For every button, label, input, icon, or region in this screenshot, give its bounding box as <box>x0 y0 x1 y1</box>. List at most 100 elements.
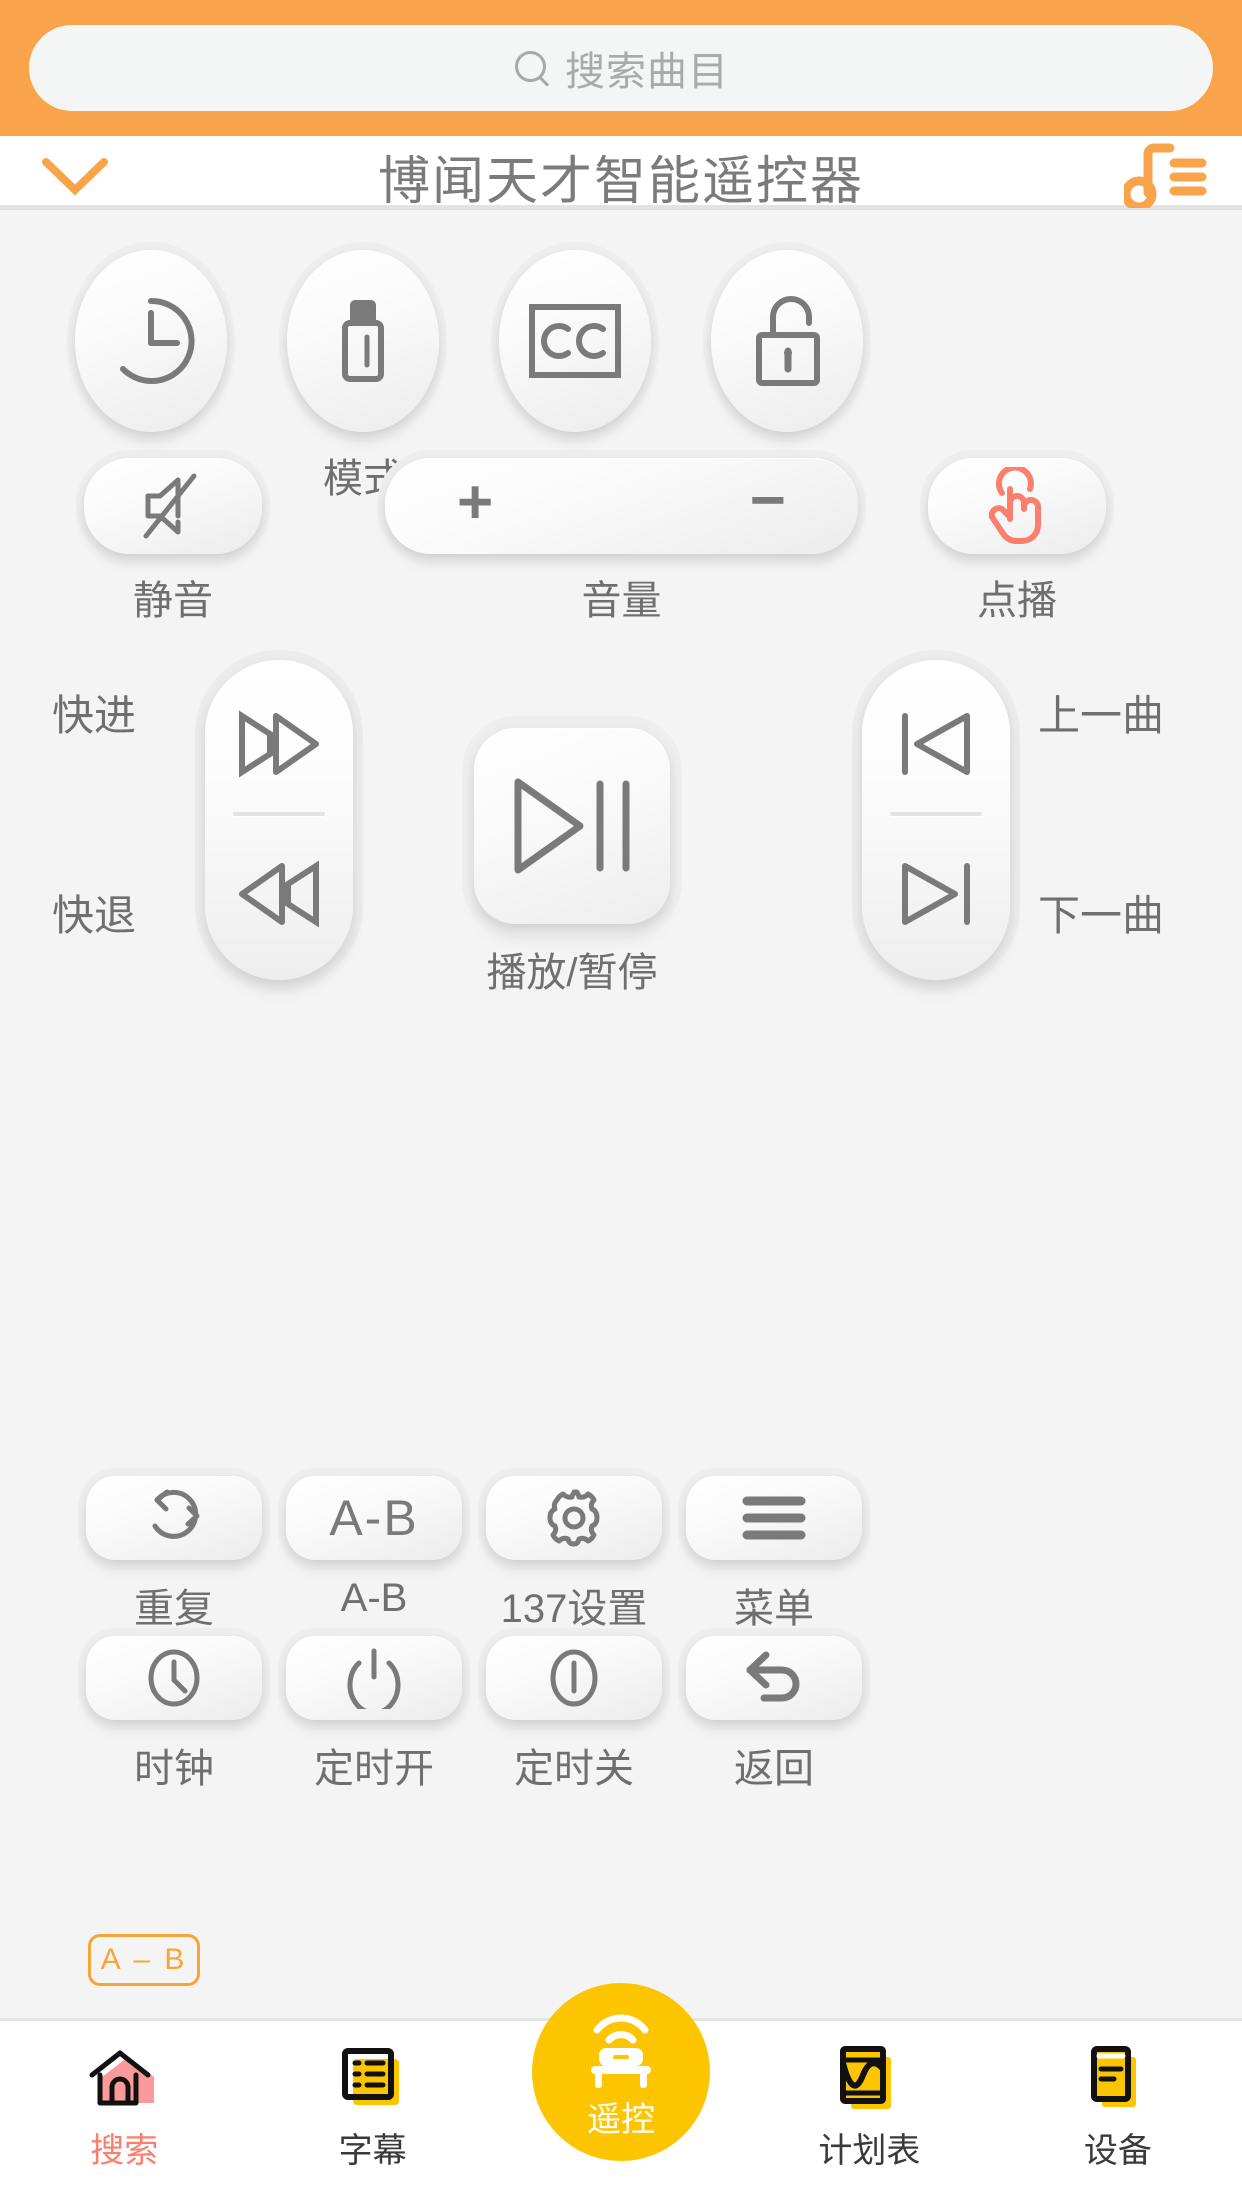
home-icon-wrap <box>86 2043 162 2113</box>
remote-button-clock[interactable]: 时钟 <box>86 1636 262 1791</box>
fast-forward-icon <box>239 710 319 778</box>
timer-off-button[interactable] <box>486 1636 662 1720</box>
nav-item-remote[interactable]: 遥控 <box>497 1983 745 2208</box>
remote-button-standby[interactable]: 待机 <box>75 250 227 501</box>
subtitle-button[interactable] <box>499 250 651 432</box>
remote-button-subtitle[interactable]: 字幕 <box>499 250 651 501</box>
volume-down-button[interactable]: − <box>750 470 786 532</box>
timer-off-label: 定时关 <box>514 1747 634 1791</box>
remote-button-settings[interactable]: 137设置 <box>486 1476 662 1631</box>
remote-button-playpause[interactable]: 播放/暂停 <box>474 728 670 995</box>
closed-caption-icon <box>529 304 621 378</box>
search-bar: 搜索曲目 <box>0 0 1242 136</box>
title-bar-row: 博闻天才智能遥控器 <box>0 143 1242 212</box>
device-book-icon-wrap <box>1088 2043 1148 2113</box>
next-track-icon <box>902 863 970 925</box>
timer-on-label: 定时开 <box>314 1747 434 1791</box>
mute-label: 静音 <box>133 579 213 623</box>
ab-text: A-B <box>329 1490 419 1546</box>
remote-button-back[interactable]: 返回 <box>686 1636 862 1791</box>
standby-button[interactable] <box>75 250 227 432</box>
schedule-chart-icon-wrap <box>837 2043 901 2113</box>
fast-forward-label: 快进 <box>52 692 137 739</box>
page-title: 博闻天才智能遥控器 <box>377 152 864 211</box>
nav-label-subtitle: 字幕 <box>338 2132 407 2170</box>
volume-label: 音量 <box>581 579 662 623</box>
nav-label-device: 设备 <box>1083 2132 1152 2170</box>
remote-rocker-ffrw[interactable] <box>205 660 353 980</box>
track-rocker[interactable] <box>862 660 1010 980</box>
volume-up-button[interactable]: + <box>457 472 493 534</box>
remote-panel: 待机 模式 <box>0 208 1242 2018</box>
ff-rw-rocker[interactable] <box>205 660 353 980</box>
menu-label: 菜单 <box>734 1587 814 1631</box>
ab-button[interactable]: A-B <box>286 1476 462 1560</box>
settings-label: 137设置 <box>500 1587 648 1631</box>
search-placeholder: 搜索曲目 <box>565 50 729 94</box>
remote-fab-button[interactable]: 遥控 <box>532 1983 711 2161</box>
next-track-label: 下一曲 <box>1038 892 1165 939</box>
back-button[interactable] <box>686 1636 862 1720</box>
play-pause-icon <box>514 778 630 874</box>
remote-wifi-icon <box>591 2014 652 2088</box>
tap-hand-icon <box>988 467 1041 544</box>
previous-track-label: 上一曲 <box>1038 692 1165 739</box>
remote-button-repeat[interactable]: 重复 <box>86 1476 262 1631</box>
remote-button-childlock[interactable]: 童锁 <box>711 250 863 501</box>
ondemand-button[interactable] <box>928 458 1106 554</box>
play-pause-button[interactable] <box>474 728 670 924</box>
subtitle-list-icon <box>341 2048 399 2105</box>
nav-label-remote: 遥控 <box>587 2100 656 2139</box>
ab-status-badge[interactable]: A – B <box>88 1934 200 1986</box>
music-playlist-icon <box>1124 143 1207 212</box>
usb-drive-icon <box>342 300 384 382</box>
volume-rocker[interactable]: + − <box>385 458 858 554</box>
back-arrow-icon <box>746 1651 800 1702</box>
remote-button-timer-off[interactable]: 定时关 <box>486 1636 662 1791</box>
rewind-icon <box>239 860 319 928</box>
gear-icon <box>547 1489 600 1547</box>
hamburger-menu-icon <box>742 1496 806 1540</box>
remote-button-volume[interactable]: + − 音量 <box>385 458 858 623</box>
search-input[interactable]: 搜索曲目 <box>29 25 1213 111</box>
menu-button[interactable] <box>686 1476 862 1560</box>
playlist-button[interactable] <box>1092 138 1242 214</box>
nav-item-schedule[interactable]: 计划表 <box>745 2021 993 2208</box>
ab-label: A-B <box>340 1576 408 1620</box>
subtitle-list-icon-wrap <box>339 2043 407 2113</box>
back-label: 返回 <box>734 1747 814 1791</box>
timer-on-button[interactable] <box>286 1636 462 1720</box>
remote-button-menu[interactable]: 菜单 <box>686 1476 862 1631</box>
remote-button-ab[interactable]: A-B A-B <box>286 1476 462 1620</box>
home-icon <box>89 2050 155 2106</box>
settings-button[interactable] <box>486 1476 662 1560</box>
bottom-nav-bar: 搜索 字幕 遥控 计划表 设备 <box>0 1983 1242 2208</box>
mute-button[interactable] <box>84 458 262 554</box>
repeat-button[interactable] <box>86 1476 262 1560</box>
power-on-icon <box>347 1648 401 1709</box>
clock-icon <box>148 1649 200 1707</box>
nav-item-subtitle[interactable]: 字幕 <box>248 2021 496 2208</box>
rewind-button[interactable] <box>234 858 324 935</box>
unlocked-padlock-icon <box>756 296 820 386</box>
app-root: 搜索曲目 博闻天才智能遥控器 模式 静音 + − 音量 点播 快进 快退 播放/… <box>0 0 1242 2208</box>
play-pause-label: 播放/暂停 <box>486 951 658 995</box>
clock-button[interactable] <box>86 1636 262 1720</box>
fast-forward-button[interactable] <box>234 708 324 785</box>
previous-track-icon <box>902 713 970 775</box>
remote-button-timer-on[interactable]: 定时开 <box>286 1636 462 1791</box>
device-book-icon <box>1090 2046 1136 2107</box>
next-track-button[interactable] <box>891 858 981 935</box>
mode-button[interactable] <box>287 250 439 432</box>
clock-label: 时钟 <box>134 1747 214 1791</box>
remote-button-ondemand[interactable]: 点播 <box>928 458 1106 623</box>
remote-button-mode[interactable]: 模式 <box>287 250 439 501</box>
remote-button-mute[interactable]: 静音 <box>84 458 262 623</box>
remote-rocker-track[interactable] <box>862 660 1010 980</box>
nav-item-search[interactable]: 搜索 <box>0 2021 248 2208</box>
nav-item-device[interactable]: 设备 <box>994 2021 1242 2208</box>
previous-track-button[interactable] <box>891 708 981 785</box>
chevron-down-button[interactable] <box>0 154 150 198</box>
nav-label-search: 搜索 <box>90 2132 159 2170</box>
childlock-button[interactable] <box>711 250 863 432</box>
